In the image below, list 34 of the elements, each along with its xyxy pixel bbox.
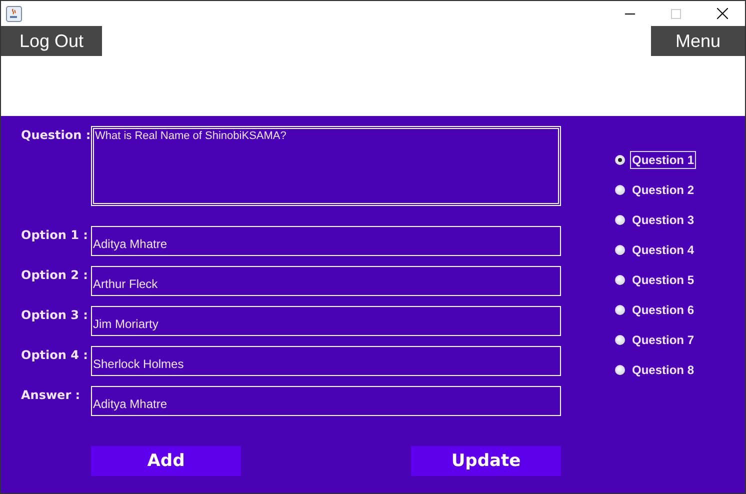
radio-label[interactable]: Question 1 [630,151,696,169]
radio-label[interactable]: Question 4 [630,241,696,259]
radio-button[interactable] [615,245,625,255]
input-field[interactable]: Arthur Fleck [91,266,561,296]
close-icon[interactable] [716,8,728,19]
logout-button[interactable]: Log Out [1,26,102,56]
input-field[interactable]: Sherlock Holmes [91,346,561,376]
input-field[interactable]: Jim Moriarty [91,306,561,336]
radio-button[interactable] [615,305,625,315]
update-button[interactable]: Update [411,446,561,476]
java-cup-icon [6,6,22,22]
field-label: Option 2 : [21,267,89,284]
field-label: Option 4 : [21,347,89,364]
radio-label[interactable]: Question 6 [630,301,696,319]
radio-label[interactable]: Question 3 [630,211,696,229]
field-label: Answer : [21,387,82,404]
radio-button[interactable] [615,185,625,195]
radio-label[interactable]: Question 7 [630,331,696,349]
radio-button[interactable] [615,275,625,285]
radio-button[interactable] [615,335,625,345]
radio-label[interactable]: Question 8 [630,361,696,379]
radio-button[interactable] [615,215,625,225]
radio-label[interactable]: Question 2 [630,181,696,199]
question-field[interactable]: What is Real Name of ShinobiKSAMA? [91,126,561,206]
input-field[interactable]: Aditya Mhatre [91,226,561,256]
field-label: Question : [21,127,91,144]
radio-button[interactable] [615,155,625,165]
input-field[interactable]: Aditya Mhatre [91,386,561,416]
field-label: Option 1 : [21,227,89,244]
add-button[interactable]: Add [91,446,241,476]
menu-button[interactable]: Menu [651,26,745,56]
radio-button[interactable] [615,365,625,375]
radio-label[interactable]: Question 5 [630,271,696,289]
field-label: Option 3 : [21,307,89,324]
